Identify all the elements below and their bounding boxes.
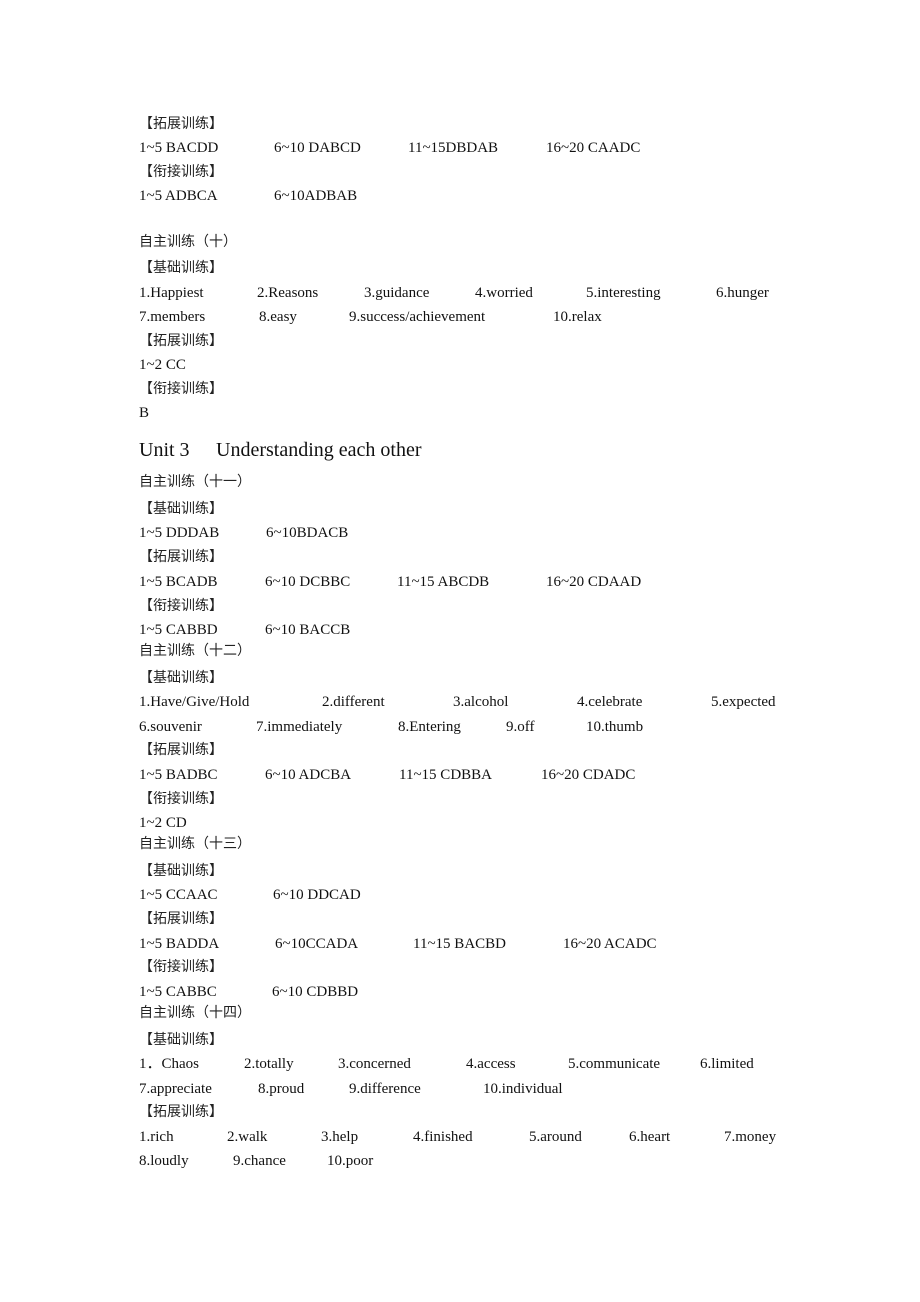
section-label-bridge: 【衔接训练】 (139, 164, 223, 180)
answer-group: 1~5 BCADB (139, 574, 218, 590)
answer-group: 11~15 CDBBA (399, 767, 492, 783)
answer-group: 11~15 BACBD (413, 936, 506, 952)
answer-group: 6~10 BACCB (265, 622, 351, 638)
answer-group: 6~10 ADCBA (265, 767, 352, 783)
answer-item: 4.worried (475, 285, 533, 301)
answer-group: 16~20 ACADC (563, 936, 657, 952)
answer-item: 2.totally (244, 1056, 294, 1072)
answer-item: 4.access (466, 1056, 516, 1072)
document-page: 【拓展训练】 1~5 BACDD 6~10 DABCD 11~15DBDAB 1… (0, 0, 920, 1302)
answer-item: 7.immediately (256, 719, 343, 735)
answer-item: 6.souvenir (139, 719, 202, 735)
answer-item: 3.help (321, 1129, 359, 1145)
answer-group: 1~5 BADDA (139, 936, 220, 952)
answer-group: 16~20 CDADC (541, 767, 636, 783)
answer-group: 1~2 CD (139, 815, 187, 831)
answer-group: 16~20 CDAAD (546, 574, 642, 590)
answer-item: 1.Have/Give/Hold (139, 694, 250, 710)
answer-group: 1~5 CABBD (139, 622, 218, 638)
answer-item: 8.Entering (398, 719, 461, 735)
answer-item: 8.easy (259, 309, 297, 325)
answer-group: 1~5 ADBCA (139, 188, 218, 204)
section-label-bridge: 【衔接训练】 (139, 791, 223, 807)
section-label-basic: 【基础训练】 (139, 670, 223, 686)
answer-item: 1．Chaos (139, 1056, 200, 1072)
answer-item: 2.walk (227, 1129, 268, 1145)
answer-item: 5.around (529, 1129, 582, 1145)
answer-item: 1.rich (139, 1129, 174, 1145)
section-label-basic: 【基础训练】 (139, 863, 223, 879)
answer-group: 6~10CCADA (275, 936, 359, 952)
unit-number: Unit 3 (139, 439, 190, 461)
answer-item: 5.expected (711, 694, 776, 710)
answer-item: 4.celebrate (577, 694, 643, 710)
section-label-extended: 【拓展训练】 (139, 116, 223, 132)
exercise-title: 自主训练（十一） (139, 474, 251, 490)
answer-item: 4.finished (413, 1129, 473, 1145)
answer-group: 11~15DBDAB (408, 140, 499, 156)
answer-item: 2.different (322, 694, 385, 710)
answer-item: 3.guidance (364, 285, 430, 301)
section-label-basic: 【基础训练】 (139, 260, 223, 276)
answer-group: 6~10ADBAB (274, 188, 358, 204)
answer-group: 1~5 BADBC (139, 767, 218, 783)
answer-group: 6~10 CDBBD (272, 984, 359, 1000)
answer-item: 3.concerned (338, 1056, 411, 1072)
section-label-basic: 【基础训练】 (139, 1032, 223, 1048)
answer-item: 5.communicate (568, 1056, 661, 1072)
section-label-bridge: 【衔接训练】 (139, 598, 223, 614)
answer-group: 1~2 CC (139, 357, 186, 373)
answer-group: 1~5 CABBC (139, 984, 217, 1000)
answer-item: 7.appreciate (139, 1081, 212, 1097)
answer-item: 8.proud (258, 1081, 305, 1097)
answer-group: 6~10 DDCAD (273, 887, 361, 903)
answer-item: 5.interesting (586, 285, 661, 301)
exercise-title: 自主训练（十三） (139, 836, 251, 852)
answer-item: 9.success/achievement (349, 309, 486, 325)
answer-group: 6~10 DCBBC (265, 574, 351, 590)
answer-item: 9.chance (233, 1153, 286, 1169)
answer-item: 6.hunger (716, 285, 769, 301)
answer-group: 1~5 CCAAC (139, 887, 218, 903)
section-label-extended: 【拓展训练】 (139, 549, 223, 565)
answer-item: 7.members (139, 309, 206, 325)
section-label-bridge: 【衔接训练】 (139, 381, 223, 397)
answer-item: 2.Reasons (257, 285, 319, 301)
answer-group: B (139, 405, 150, 421)
section-label-basic: 【基础训练】 (139, 501, 223, 517)
answer-item: 10.poor (327, 1153, 374, 1169)
answer-item: 10.individual (483, 1081, 563, 1097)
answer-item: 8.loudly (139, 1153, 189, 1169)
answer-item: 7.money (724, 1129, 777, 1145)
answer-group: 1~5 DDDAB (139, 525, 220, 541)
answer-group: 16~20 CAADC (546, 140, 641, 156)
section-label-extended: 【拓展训练】 (139, 742, 223, 758)
section-label-extended: 【拓展训练】 (139, 1104, 223, 1120)
section-label-extended: 【拓展训练】 (139, 911, 223, 927)
exercise-title: 自主训练（十四） (139, 1005, 251, 1021)
answer-item: 3.alcohol (453, 694, 509, 710)
exercise-title: 自主训练（十） (139, 234, 237, 250)
answer-group: 6~10BDACB (266, 525, 349, 541)
answer-item: 9.difference (349, 1081, 421, 1097)
answer-item: 10.thumb (586, 719, 644, 735)
answer-item: 6.heart (629, 1129, 671, 1145)
exercise-title: 自主训练（十二） (139, 643, 251, 659)
answer-item: 1.Happiest (139, 285, 204, 301)
unit-title: Understanding each other (216, 439, 422, 461)
answer-group: 11~15 ABCDB (397, 574, 490, 590)
answer-item: 9.off (506, 719, 535, 735)
section-label-extended: 【拓展训练】 (139, 333, 223, 349)
answer-item: 10.relax (553, 309, 602, 325)
answer-group: 1~5 BACDD (139, 140, 219, 156)
section-label-bridge: 【衔接训练】 (139, 959, 223, 975)
answer-group: 6~10 DABCD (274, 140, 361, 156)
answer-item: 6.limited (700, 1056, 754, 1072)
